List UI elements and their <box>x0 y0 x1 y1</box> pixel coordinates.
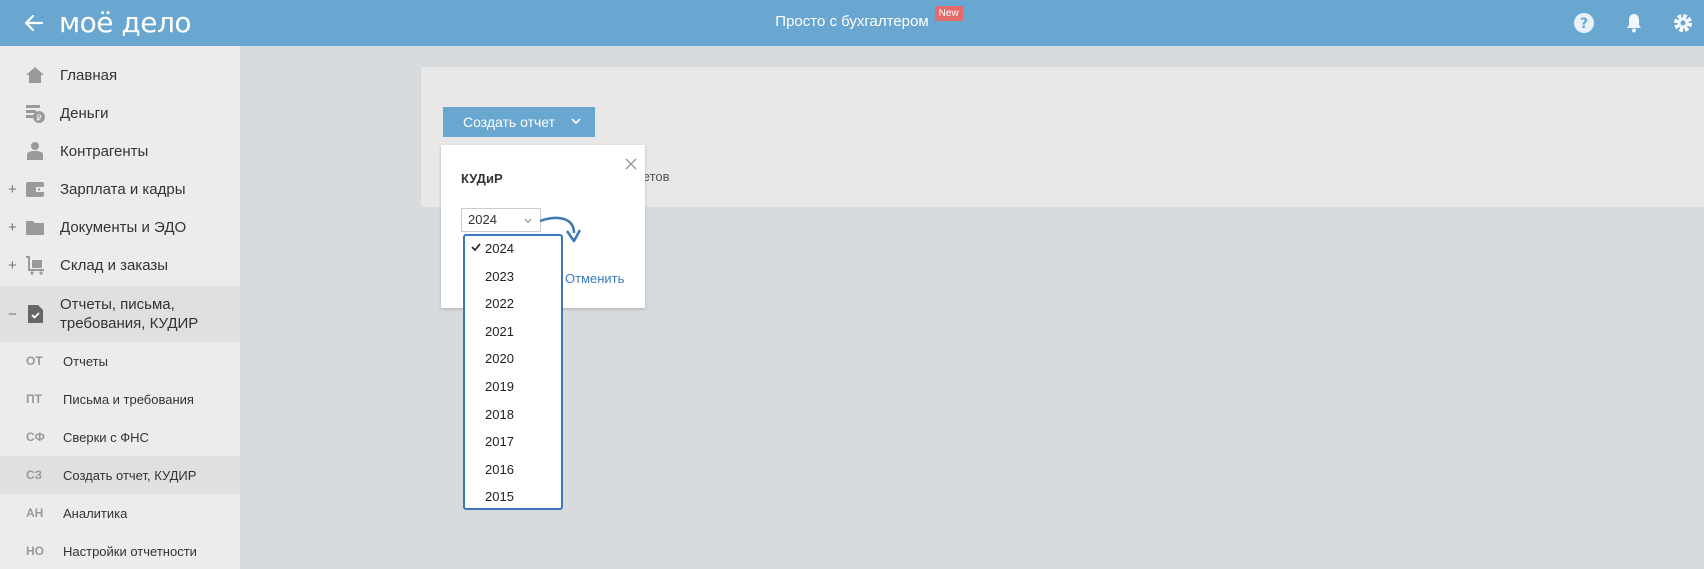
header-title[interactable]: Просто с бухгалтером <box>775 13 928 30</box>
contractors-icon <box>27 142 43 160</box>
year-option[interactable]: 2021 <box>465 319 561 347</box>
sidebar-subitem-reports[interactable]: ОТ Отчеты <box>0 342 240 380</box>
gear-icon[interactable] <box>1672 12 1694 34</box>
app-header: моё дело Просто с бухгалтером New ? <box>0 0 1704 46</box>
year-option[interactable]: 2015 <box>465 484 561 512</box>
sidebar-subitem-fns[interactable]: СФ Сверки с ФНС <box>0 418 240 456</box>
sidebar-subitem-analytics[interactable]: АН Аналитика <box>0 494 240 532</box>
year-option[interactable]: 2016 <box>465 457 561 485</box>
bell-icon[interactable] <box>1623 12 1645 34</box>
year-option[interactable]: 2019 <box>465 374 561 402</box>
year-option[interactable]: 2017 <box>465 429 561 457</box>
popup-title: КУДиР <box>461 171 503 186</box>
new-badge: New <box>934 6 963 21</box>
sidebar-item-warehouse[interactable]: + Склад и заказы <box>0 246 240 284</box>
sidebar-item-documents[interactable]: + Документы и ЭДО <box>0 208 240 246</box>
sidebar-item-salary[interactable]: + Зарплата и кадры <box>0 170 240 208</box>
sidebar-item-contractors[interactable]: Контрагенты <box>0 132 240 170</box>
sidebar-subitem-settings[interactable]: НО Настройки отчетности <box>0 532 240 569</box>
cart-icon <box>26 256 44 275</box>
sidebar-subitem-create-report[interactable]: СЗ Создать отчет, КУДИР <box>0 456 240 494</box>
help-icon[interactable]: ? <box>1573 12 1595 34</box>
chevron-down-icon <box>571 118 581 125</box>
cancel-link[interactable]: Отменить <box>565 271 624 286</box>
wallet-icon <box>26 182 44 197</box>
report-icon <box>28 305 43 323</box>
sidebar-subitem-letters[interactable]: ПТ Письма и требования <box>0 380 240 418</box>
year-dropdown-list: 2024 2023 2022 2021 2020 2019 2018 2017 … <box>463 234 563 510</box>
year-option[interactable]: 2018 <box>465 402 561 430</box>
year-option[interactable]: 2020 <box>465 346 561 374</box>
svg-text:₽: ₽ <box>36 114 41 123</box>
svg-text:?: ? <box>1580 16 1588 32</box>
year-option[interactable]: 2022 <box>465 291 561 319</box>
check-icon <box>471 243 481 252</box>
sidebar-item-reports[interactable]: − Отчеты, письма, требования, КУДИР <box>0 286 240 342</box>
chevron-down-icon <box>524 218 532 224</box>
year-option[interactable]: 2024 <box>465 236 561 264</box>
create-report-button[interactable]: Создать отчет <box>443 107 595 137</box>
home-icon <box>26 67 44 83</box>
year-select[interactable]: 2024 <box>461 208 541 232</box>
close-icon[interactable] <box>624 157 638 171</box>
sidebar-item-money[interactable]: ₽ Деньги <box>0 94 240 132</box>
money-icon: ₽ <box>26 105 45 123</box>
folder-icon <box>26 221 44 235</box>
year-option[interactable]: 2023 <box>465 264 561 292</box>
sidebar: Главная ₽ Деньги Контрагенты + Зарплата … <box>0 46 240 569</box>
sidebar-item-home[interactable]: Главная <box>0 56 240 94</box>
